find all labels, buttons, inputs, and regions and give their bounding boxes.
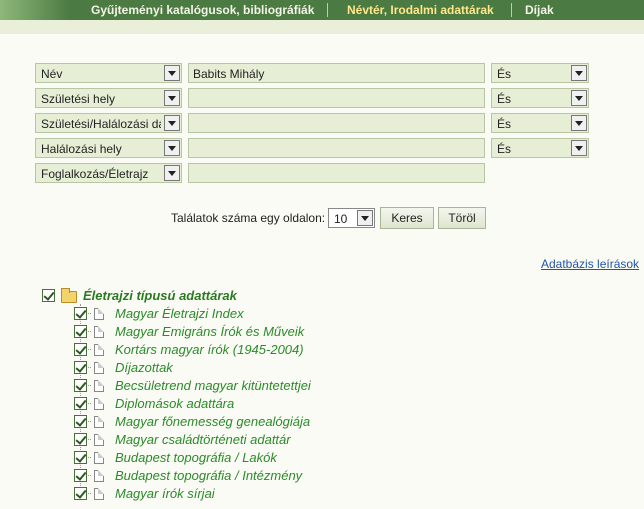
document-icon bbox=[94, 470, 104, 482]
tree-item: Díjazottak bbox=[0, 360, 400, 378]
tree-item: Magyar írók sírjai bbox=[0, 486, 400, 504]
per-page-label: Találatok száma egy oldalon: bbox=[171, 211, 326, 225]
tree-item: Kortárs magyar írók (1945-2004) bbox=[0, 342, 400, 360]
field-select-1[interactable]: Név bbox=[35, 63, 182, 83]
document-icon bbox=[94, 488, 104, 500]
operator-select-2[interactable]: És bbox=[491, 88, 589, 108]
field-select-5-value: Foglalkozás/Életrajz bbox=[41, 167, 149, 181]
chevron-down-icon bbox=[571, 65, 587, 81]
document-icon bbox=[94, 362, 104, 374]
field-select-2[interactable]: Születési hely bbox=[35, 88, 182, 108]
tree-item-checkbox[interactable] bbox=[74, 487, 87, 500]
document-icon bbox=[94, 308, 104, 320]
search-button[interactable]: Keres bbox=[380, 207, 434, 229]
chevron-down-icon bbox=[164, 65, 180, 81]
field-select-3-value: Születési/Halálozási dá bbox=[41, 117, 161, 131]
tree-item-label[interactable]: Budapest topográfia / Lakók bbox=[115, 450, 277, 465]
operator-select-1[interactable]: És bbox=[491, 63, 589, 83]
top-nav-bar: Gyűjteményi katalógusok, bibliográfiák N… bbox=[0, 0, 644, 20]
operator-select-1-value: És bbox=[497, 67, 512, 81]
field-select-4[interactable]: Halálozási hely bbox=[35, 138, 182, 158]
search-input-5[interactable] bbox=[188, 163, 485, 183]
tree-item-checkbox[interactable] bbox=[74, 469, 87, 482]
tree-item-checkbox[interactable] bbox=[74, 325, 87, 338]
tree-item-checkbox[interactable] bbox=[74, 451, 87, 464]
document-icon bbox=[94, 326, 104, 338]
document-icon bbox=[94, 344, 104, 356]
operator-select-4[interactable]: És bbox=[491, 138, 589, 158]
chevron-down-icon bbox=[571, 90, 587, 106]
tree-item: Budapest topográfia / Lakók bbox=[0, 450, 400, 468]
chevron-down-icon bbox=[164, 165, 180, 181]
tree-item-label[interactable]: Magyar írók sírjai bbox=[115, 486, 215, 501]
field-select-2-value: Születési hely bbox=[41, 92, 116, 106]
tree-item: Diplomások adattára bbox=[0, 396, 400, 414]
tree-item-label[interactable]: Budapest topográfia / Intézmény bbox=[115, 468, 302, 483]
tab-dijak[interactable]: Díjak bbox=[525, 3, 554, 17]
document-icon bbox=[94, 398, 104, 410]
tree-item: Magyar családtörténeti adattár bbox=[0, 432, 400, 450]
tree-item-checkbox[interactable] bbox=[74, 343, 87, 356]
search-input-1[interactable]: Babits Mihály bbox=[188, 63, 485, 83]
search-input-2[interactable] bbox=[188, 88, 485, 108]
field-select-5[interactable]: Foglalkozás/Életrajz bbox=[35, 163, 182, 183]
chevron-down-icon bbox=[571, 115, 587, 131]
field-select-3[interactable]: Születési/Halálozási dá bbox=[35, 113, 182, 133]
document-icon bbox=[94, 434, 104, 446]
tree-item: Becsületrend magyar kitüntetettjei bbox=[0, 378, 400, 396]
tree-item-checkbox[interactable] bbox=[74, 361, 87, 374]
tree-item-label[interactable]: Magyar családtörténeti adattár bbox=[115, 432, 291, 447]
tab-katalogusok[interactable]: Gyűjteményi katalógusok, bibliográfiák bbox=[91, 3, 314, 17]
field-select-1-value: Név bbox=[41, 67, 63, 81]
per-page-select[interactable]: 10 bbox=[328, 208, 375, 228]
operator-select-4-value: És bbox=[497, 142, 512, 156]
tree-item-checkbox[interactable] bbox=[74, 397, 87, 410]
document-icon bbox=[94, 416, 104, 428]
chevron-down-icon bbox=[571, 140, 587, 156]
per-page-value: 10 bbox=[334, 212, 348, 226]
tree-item-checkbox[interactable] bbox=[74, 307, 87, 320]
chevron-down-icon bbox=[164, 90, 180, 106]
tree-item-label[interactable]: Magyar Életrajzi Index bbox=[115, 306, 244, 321]
tree-item: Magyar Emigráns Írók és Műveik bbox=[0, 324, 400, 342]
tree-item: Budapest topográfia / Intézmény bbox=[0, 468, 400, 486]
database-descriptions-link[interactable]: Adatbázis leírások bbox=[541, 257, 639, 271]
document-icon bbox=[94, 380, 104, 392]
chevron-down-icon bbox=[357, 210, 373, 226]
tree-item-checkbox[interactable] bbox=[74, 415, 87, 428]
tree-item-checkbox[interactable] bbox=[74, 379, 87, 392]
tree-root: Életrajzi típusú adattárak bbox=[42, 288, 342, 306]
operator-select-2-value: És bbox=[497, 92, 512, 106]
search-input-4[interactable] bbox=[188, 138, 485, 158]
folder-open-icon bbox=[61, 288, 77, 303]
header-band bbox=[0, 20, 644, 34]
tree-item-label[interactable]: Diplomások adattára bbox=[115, 396, 234, 411]
tree-item-checkbox[interactable] bbox=[74, 433, 87, 446]
tree-item: Magyar Életrajzi Index bbox=[0, 306, 400, 324]
field-select-4-value: Halálozási hely bbox=[41, 142, 122, 156]
tree-root-label[interactable]: Életrajzi típusú adattárak bbox=[83, 288, 237, 303]
operator-select-3[interactable]: És bbox=[491, 113, 589, 133]
clear-button[interactable]: Töröl bbox=[438, 207, 486, 229]
tab-nevter[interactable]: Névtér, Irodalmi adattárak bbox=[347, 3, 494, 17]
leaf-decoration bbox=[0, 0, 70, 20]
tree-item-label[interactable]: Kortárs magyar írók (1945-2004) bbox=[115, 342, 304, 357]
nav-separator bbox=[511, 3, 512, 17]
tree-item-label[interactable]: Becsületrend magyar kitüntetettjei bbox=[115, 378, 311, 393]
operator-select-3-value: És bbox=[497, 117, 512, 131]
nav-separator bbox=[327, 3, 328, 17]
tree-item-label[interactable]: Díjazottak bbox=[115, 360, 173, 375]
document-icon bbox=[94, 452, 104, 464]
search-input-3[interactable] bbox=[188, 113, 485, 133]
tree-item-label[interactable]: Magyar Emigráns Írók és Műveik bbox=[115, 324, 304, 339]
chevron-down-icon bbox=[164, 140, 180, 156]
tree-item-label[interactable]: Magyar főnemesség genealógiája bbox=[115, 414, 310, 429]
chevron-down-icon bbox=[164, 115, 180, 131]
tree-item: Magyar főnemesség genealógiája bbox=[0, 414, 400, 432]
tree-root-checkbox[interactable] bbox=[42, 289, 55, 302]
